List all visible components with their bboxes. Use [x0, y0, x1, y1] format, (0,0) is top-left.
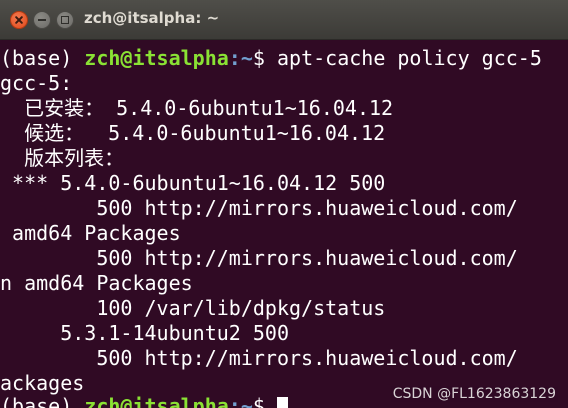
- text-cursor: [276, 397, 288, 408]
- terminal-window: zch@itsalpha: ~ (base) zch@itsalpha:~$ a…: [0, 0, 568, 408]
- command-line: (base) zch@itsalpha:~$ apt-cache policy …: [0, 46, 542, 71]
- title-bar[interactable]: zch@itsalpha: ~: [0, 0, 568, 40]
- command-text: apt-cache policy gcc-5: [276, 46, 542, 70]
- watermark: CSDN @FL1623863129: [390, 386, 558, 402]
- output-line: 100 /var/lib/dpkg/status: [0, 296, 386, 320]
- output-line: n amd64 Packages: [0, 271, 193, 295]
- close-icon[interactable]: [10, 11, 28, 29]
- output-line: ackages: [0, 371, 85, 395]
- terminal-area[interactable]: (base) zch@itsalpha:~$ apt-cache policy …: [0, 40, 568, 408]
- output-line: gcc-5:: [0, 71, 73, 95]
- prompt-env: (base): [0, 46, 85, 70]
- output-line: 500 http://mirrors.huaweicloud.com/: [0, 246, 518, 270]
- prompt-user-host: zch@itsalpha: [84, 46, 229, 70]
- prompt-env: (base): [0, 394, 85, 408]
- output-line: amd64 Packages: [0, 221, 181, 245]
- prompt-symbol: $: [252, 394, 277, 408]
- output-line: 500 http://mirrors.huaweicloud.com/: [0, 346, 518, 370]
- prompt-user-host: zch@itsalpha: [84, 394, 229, 408]
- output-line: 500 http://mirrors.huaweicloud.com/: [0, 196, 518, 220]
- prompt-symbol: $: [252, 46, 277, 70]
- maximize-icon[interactable]: [56, 11, 74, 29]
- output-line: 候选： 5.4.0-6ubuntu1~16.04.12: [0, 121, 386, 145]
- prompt-path: :~: [228, 46, 253, 70]
- window-title: zch@itsalpha: ~: [84, 9, 220, 27]
- prompt-path: :~: [228, 394, 253, 408]
- output-line: *** 5.4.0-6ubuntu1~16.04.12 500: [0, 171, 386, 195]
- minimize-icon[interactable]: [33, 11, 51, 29]
- output-line: 已安装： 5.4.0-6ubuntu1~16.04.12: [0, 96, 394, 120]
- output-line: 版本列表：: [0, 146, 125, 170]
- output-line: 5.3.1-14ubuntu2 500: [0, 321, 289, 345]
- prompt-line: (base) zch@itsalpha:~$: [0, 394, 288, 408]
